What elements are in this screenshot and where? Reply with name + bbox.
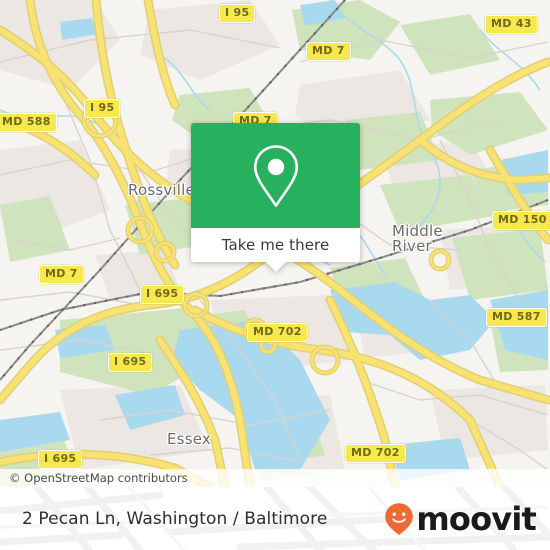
take-me-there-button[interactable]: Take me there <box>191 228 360 262</box>
highway-shield-md7-north: MD 7 <box>306 42 351 61</box>
highway-shield-i695-lower: I 695 <box>108 353 153 372</box>
shield-label: MD 702 <box>253 325 302 338</box>
shield-label: I 95 <box>90 101 115 114</box>
moovit-map-screenshot: Rossville Middle River Essex I 95 MD 43 … <box>0 0 550 550</box>
highway-shield-md702-upper: MD 702 <box>247 323 308 342</box>
map-label-text: Essex <box>167 430 211 448</box>
highway-shield-md150: MD 150 <box>492 211 550 230</box>
map-label-middle-river: Middle River <box>392 224 443 254</box>
highway-shield-md7-west: MD 7 <box>39 265 84 284</box>
moovit-logo[interactable]: moovit <box>384 487 537 550</box>
highway-shield-md587: MD 587 <box>486 308 547 327</box>
callout-pin-area <box>191 123 360 228</box>
shield-label: MD 7 <box>45 267 78 280</box>
moovit-wordmark: moovit <box>416 499 536 538</box>
map-label-text: River <box>392 237 432 255</box>
map-canvas[interactable]: Rossville Middle River Essex I 95 MD 43 … <box>0 0 550 487</box>
shield-label: MD 587 <box>492 310 541 323</box>
destination-address: 2 Pecan Ln, Washington / Baltimore <box>22 508 328 529</box>
map-label-essex: Essex <box>167 430 211 448</box>
shield-label: I 695 <box>146 287 179 300</box>
highway-shield-md702-lower: MD 702 <box>345 444 406 463</box>
footer-bar: 2 Pecan Ln, Washington / Baltimore moovi… <box>0 487 550 550</box>
shield-label: I 695 <box>114 355 147 368</box>
highway-shield-i95-west: I 95 <box>84 99 121 118</box>
shield-label: MD 7 <box>312 44 345 57</box>
highway-shield-md43: MD 43 <box>485 15 538 34</box>
shield-label: MD 43 <box>491 17 532 30</box>
shield-label: I 95 <box>225 6 250 19</box>
highway-shield-i95-north: I 95 <box>219 4 256 23</box>
shield-label: I 695 <box>44 452 77 465</box>
shield-label: MD 702 <box>351 446 400 459</box>
destination-callout-card[interactable]: Take me there <box>191 123 360 272</box>
shield-label: MD 150 <box>498 213 547 226</box>
map-attribution[interactable]: © OpenStreetMap contributors <box>0 469 550 487</box>
map-label-text: Rossville <box>128 181 195 199</box>
moovit-smiley-pin-icon <box>384 502 414 536</box>
shield-label: MD 588 <box>2 115 51 128</box>
callout-tail <box>264 261 287 272</box>
map-label-rossville: Rossville <box>128 181 195 199</box>
highway-shield-i695-bottom: I 695 <box>38 450 83 469</box>
highway-shield-md588: MD 588 <box>0 113 57 132</box>
map-pin-icon <box>250 143 302 209</box>
take-me-there-label: Take me there <box>221 236 330 254</box>
highway-shield-i695-center: I 695 <box>140 285 185 304</box>
